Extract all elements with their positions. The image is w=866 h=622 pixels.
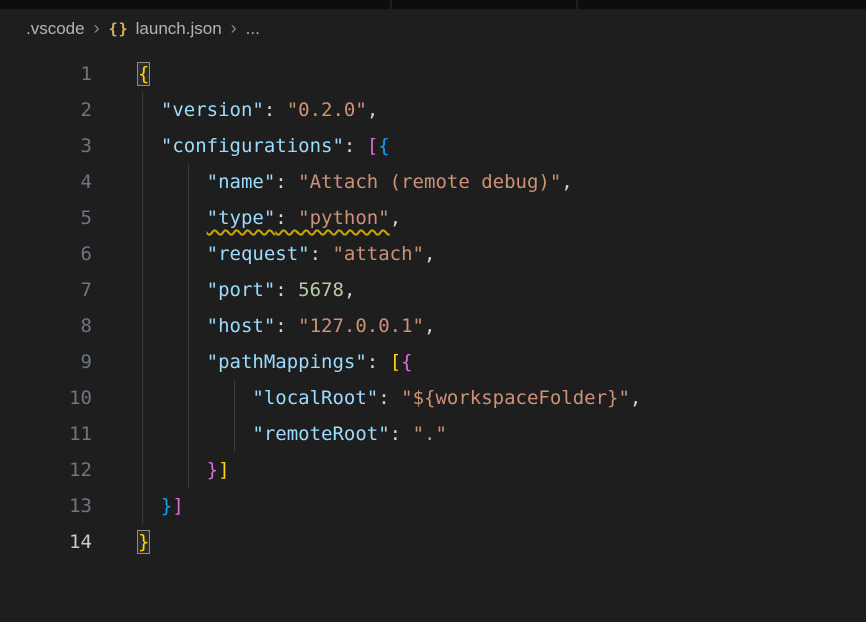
chevron-right-icon: › [94,18,100,39]
line-number[interactable]: 11 [0,416,92,452]
matched-bracket: { [138,63,149,85]
tab-divider [576,0,578,9]
code-line-content: "request": "attach", [138,236,435,272]
code-line-content: "type": "python", [138,200,401,236]
code-line-content: }] [138,488,184,524]
breadcrumb: .vscode › {} launch.json › ... [0,9,866,49]
code-line-content: "version": "0.2.0", [138,92,378,128]
code-line[interactable]: 5 "type": "python", [0,200,866,236]
code-line[interactable]: 10 "localRoot": "${workspaceFolder}", [0,380,866,416]
code-line-content: "pathMappings": [{ [138,344,413,380]
code-line-content: "localRoot": "${workspaceFolder}", [138,380,641,416]
code-line[interactable]: 3 "configurations": [{ [0,128,866,164]
code-line-content: "name": "Attach (remote debug)", [138,164,573,200]
line-number[interactable]: 8 [0,308,92,344]
line-number[interactable]: 1 [0,56,92,92]
chevron-right-icon: › [231,18,237,39]
line-number[interactable]: 9 [0,344,92,380]
tab-bar-edge [0,0,866,9]
code-lines: 1{2 "version": "0.2.0",3 "configurations… [0,49,866,560]
line-number[interactable]: 4 [0,164,92,200]
line-number[interactable]: 14 [0,524,92,560]
code-line[interactable]: 7 "port": 5678, [0,272,866,308]
code-line-content: } [138,524,149,560]
breadcrumb-symbol[interactable]: ... [246,19,260,39]
code-line[interactable]: 6 "request": "attach", [0,236,866,272]
line-number[interactable]: 10 [0,380,92,416]
code-line-content: "configurations": [{ [138,128,390,164]
tab-divider [390,0,392,9]
code-line[interactable]: 8 "host": "127.0.0.1", [0,308,866,344]
line-number[interactable]: 2 [0,92,92,128]
line-number[interactable]: 6 [0,236,92,272]
breadcrumb-folder[interactable]: .vscode [26,19,85,39]
code-line-content: "remoteRoot": "." [138,416,447,452]
line-number[interactable]: 5 [0,200,92,236]
code-line[interactable]: 4 "name": "Attach (remote debug)", [0,164,866,200]
json-braces-icon: {} [109,20,129,38]
line-number[interactable]: 3 [0,128,92,164]
code-line[interactable]: 2 "version": "0.2.0", [0,92,866,128]
code-line-content: { [138,56,149,92]
code-line-content: "host": "127.0.0.1", [138,308,435,344]
breadcrumb-file-label: launch.json [136,19,222,39]
code-line-content: }] [138,452,230,488]
code-line[interactable]: 13 }] [0,488,866,524]
line-number[interactable]: 12 [0,452,92,488]
editor[interactable]: 1{2 "version": "0.2.0",3 "configurations… [0,49,866,560]
breadcrumb-file[interactable]: {} launch.json [109,19,222,39]
line-number[interactable]: 13 [0,488,92,524]
code-line-content: "port": 5678, [138,272,355,308]
code-line[interactable]: 1{ [0,56,866,92]
matched-bracket: } [138,531,149,553]
code-line[interactable]: 11 "remoteRoot": "." [0,416,866,452]
code-line[interactable]: 12 }] [0,452,866,488]
line-number[interactable]: 7 [0,272,92,308]
code-line[interactable]: 9 "pathMappings": [{ [0,344,866,380]
code-line[interactable]: 14} [0,524,866,560]
